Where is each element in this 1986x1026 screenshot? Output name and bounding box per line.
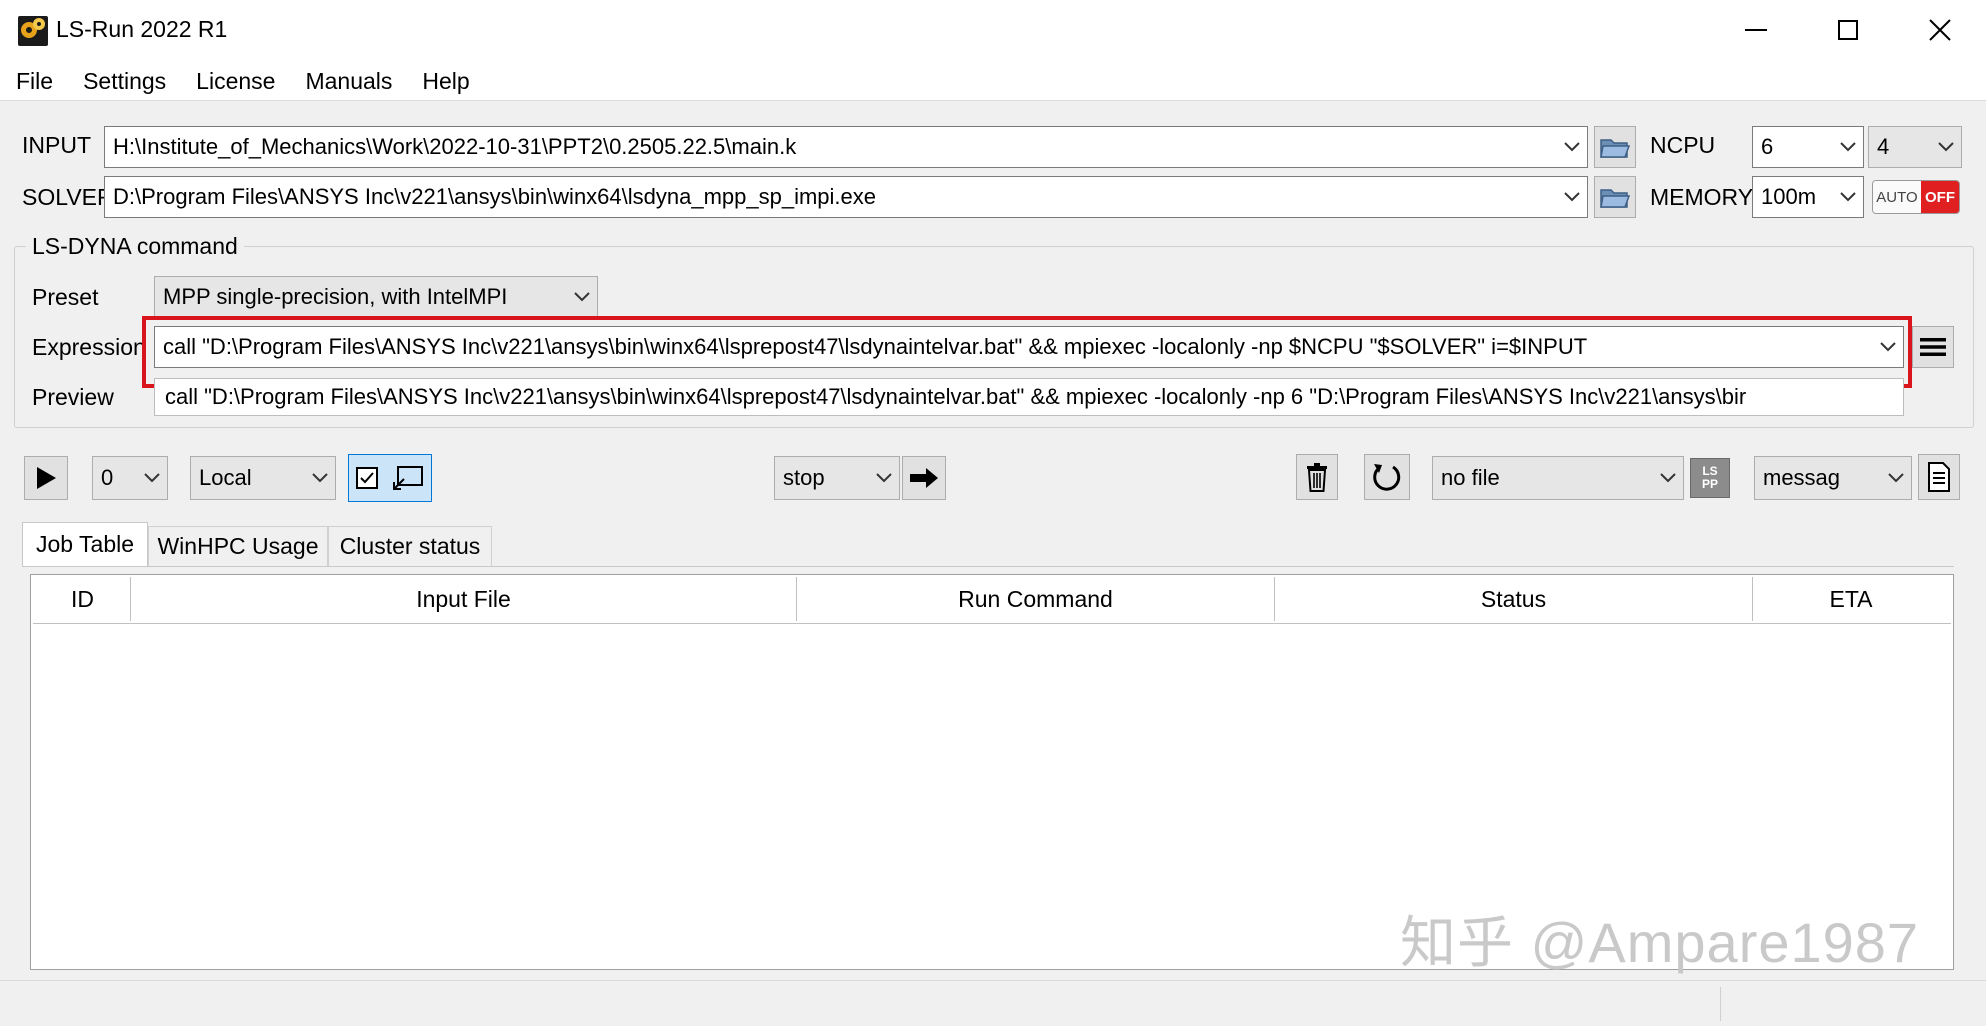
maximize-button[interactable]	[1802, 0, 1894, 60]
hamburger-menu-icon	[1920, 338, 1946, 356]
chevron-down-icon	[1931, 127, 1961, 167]
input-file-combo[interactable]: H:\Institute_of_Mechanics\Work\2022-10-3…	[104, 126, 1588, 168]
watermark: 知乎 @Ampare1987	[1400, 911, 1920, 974]
preview-field: call "D:\Program Files\ANSYS Inc\v221\an…	[154, 378, 1904, 416]
expression-combo[interactable]: call "D:\Program Files\ANSYS Inc\v221\an…	[154, 326, 1904, 368]
preset-select[interactable]: MPP single-precision, with IntelMPI	[154, 276, 598, 318]
location-select[interactable]: Local	[190, 456, 336, 500]
auto-label: AUTO	[1873, 181, 1921, 213]
lsdyna-command-title: LS-DYNA command	[26, 233, 244, 260]
close-icon	[1929, 19, 1951, 41]
solver-value: D:\Program Files\ANSYS Inc\v221\ansys\bi…	[113, 184, 877, 209]
tab-winhpc-usage[interactable]: WinHPC Usage	[148, 526, 328, 566]
browse-solver-button[interactable]	[1594, 176, 1636, 218]
ncpu-label: NCPU	[1650, 132, 1716, 158]
memory-value: 100m	[1761, 184, 1817, 209]
preview-label: Preview	[32, 384, 114, 410]
minimize-icon	[1745, 29, 1767, 31]
location-value: Local	[199, 465, 252, 490]
solver-combo[interactable]: D:\Program Files\ANSYS Inc\v221\ansys\bi…	[104, 176, 1588, 218]
folder-open-icon	[1600, 189, 1631, 208]
chevron-down-icon	[1873, 327, 1903, 367]
menu-license[interactable]: License	[180, 64, 289, 98]
ncpu-value: 6	[1761, 134, 1774, 159]
column-header-run-command[interactable]: Run Command	[797, 577, 1275, 621]
input-file-value: H:\Institute_of_Mechanics\Work\2022-10-3…	[113, 134, 797, 159]
stop-mode-value: stop	[783, 465, 825, 490]
chevron-down-icon	[1653, 457, 1683, 499]
chevron-down-icon	[137, 457, 167, 499]
input-label: INPUT	[22, 132, 91, 158]
column-header-eta[interactable]: ETA	[1753, 577, 1949, 621]
close-button[interactable]	[1894, 0, 1986, 60]
output-file-value: no file	[1441, 465, 1500, 490]
message-value: messag	[1763, 465, 1841, 490]
refresh-button[interactable]	[1364, 454, 1410, 500]
minimize-button[interactable]	[1710, 0, 1802, 60]
memory-select[interactable]: 100m	[1752, 176, 1864, 218]
ncpu-secondary-value: 4	[1877, 134, 1890, 159]
chevron-down-icon	[1557, 127, 1587, 167]
menu-bar: File Settings License Manuals Help	[0, 64, 484, 98]
chevron-down-icon	[567, 277, 597, 317]
document-icon	[1928, 462, 1950, 492]
arrow-right-icon	[910, 468, 938, 488]
column-header-input-file[interactable]: Input File	[131, 577, 797, 621]
chevron-down-icon	[1833, 127, 1863, 167]
send-stop-button[interactable]	[902, 456, 946, 500]
header-divider	[33, 623, 1951, 624]
trash-icon	[1307, 463, 1327, 492]
menu-file[interactable]: File	[0, 64, 67, 98]
chevron-down-icon	[869, 457, 899, 499]
browse-input-button[interactable]	[1594, 126, 1636, 168]
play-icon	[37, 467, 56, 489]
memory-label: MEMORY	[1650, 184, 1754, 210]
column-header-id[interactable]: ID	[35, 577, 131, 621]
tab-job-table[interactable]: Job Table	[22, 522, 148, 566]
remote-toggle-button[interactable]	[348, 454, 432, 502]
job-count-value: 0	[101, 465, 114, 490]
delete-job-button[interactable]	[1296, 454, 1338, 500]
expression-label: Expression	[32, 334, 146, 360]
tab-divider	[22, 566, 1954, 567]
ncpu-select[interactable]: 6	[1752, 126, 1864, 168]
lsprepost-button[interactable]: LS PP	[1690, 458, 1730, 498]
status-bar	[0, 980, 1986, 1026]
folder-open-icon	[1600, 139, 1631, 158]
column-header-status[interactable]: Status	[1275, 577, 1753, 621]
tab-cluster-status[interactable]: Cluster status	[328, 526, 492, 566]
run-button[interactable]	[24, 456, 68, 500]
title-bar: LS-Run 2022 R1	[0, 0, 1986, 60]
expression-menu-button[interactable]	[1912, 326, 1954, 368]
preset-label: Preset	[32, 284, 99, 310]
remote-screen-icon	[393, 466, 423, 490]
stop-mode-select[interactable]: stop	[774, 456, 900, 500]
message-select[interactable]: messag	[1754, 456, 1912, 500]
solver-label: SOLVER	[22, 184, 114, 210]
chevron-down-icon	[1557, 177, 1587, 217]
maximize-icon	[1838, 20, 1858, 40]
preview-value: call "D:\Program Files\ANSYS Inc\v221\an…	[165, 384, 1747, 409]
view-document-button[interactable]	[1918, 454, 1960, 500]
menu-help[interactable]: Help	[406, 64, 483, 98]
ncpu-secondary-select[interactable]: 4	[1868, 126, 1962, 168]
chevron-down-icon	[1881, 457, 1911, 499]
checkbox-icon	[356, 467, 378, 489]
window-title: LS-Run 2022 R1	[56, 16, 228, 42]
auto-memory-toggle[interactable]: AUTO OFF	[1872, 180, 1960, 214]
expression-value: call "D:\Program Files\ANSYS Inc\v221\an…	[163, 334, 1588, 359]
menu-settings[interactable]: Settings	[67, 64, 180, 98]
preset-value: MPP single-precision, with IntelMPI	[163, 284, 508, 309]
refresh-icon	[1373, 464, 1401, 491]
app-logo-icon	[18, 16, 48, 46]
off-label: OFF	[1921, 181, 1959, 213]
chevron-down-icon	[305, 457, 335, 499]
output-file-select[interactable]: no file	[1432, 456, 1684, 500]
chevron-down-icon	[1833, 177, 1863, 217]
job-count-select[interactable]: 0	[92, 456, 168, 500]
menu-manuals[interactable]: Manuals	[289, 64, 406, 98]
